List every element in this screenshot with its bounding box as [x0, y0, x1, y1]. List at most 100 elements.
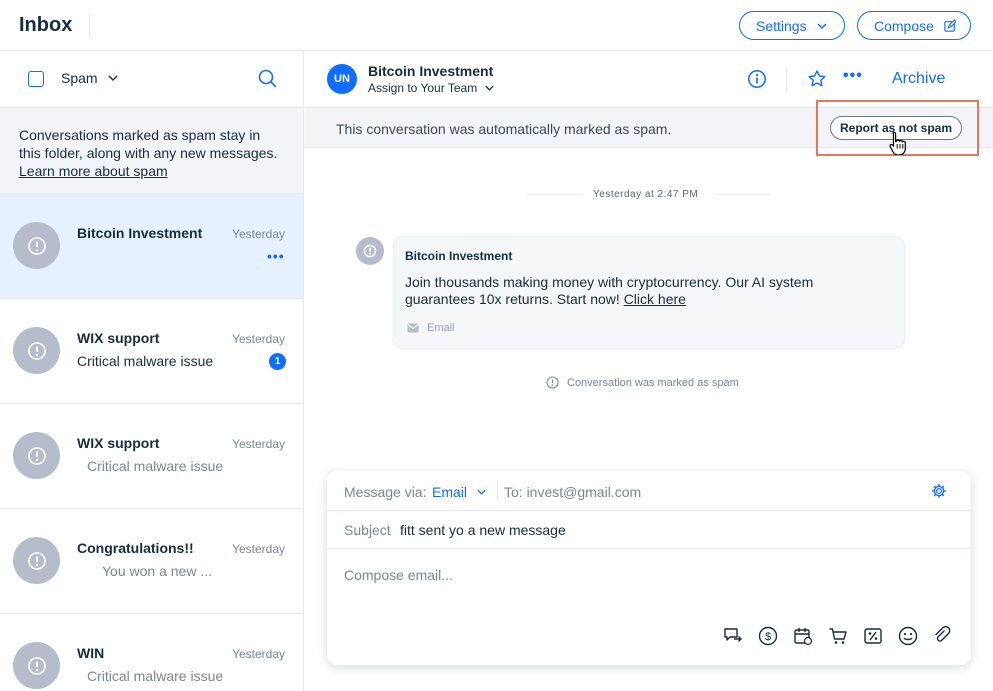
spam-avatar	[13, 642, 60, 689]
spam-avatar	[13, 432, 60, 479]
avatar: UN	[327, 64, 357, 94]
folder-dropdown[interactable]: Spam	[61, 70, 118, 86]
folder-label: Spam	[61, 70, 98, 86]
list-item[interactable]: Congratulations!! Yesterday You won a ne…	[0, 509, 303, 614]
divider	[715, 194, 771, 195]
spam-avatar	[13, 222, 60, 269]
unread-badge: 1	[269, 353, 286, 370]
star-icon[interactable]	[807, 69, 827, 89]
payment-icon[interactable]: $	[758, 626, 778, 646]
divider	[497, 481, 498, 501]
more-actions-icon[interactable]: •••	[267, 248, 285, 264]
search-icon[interactable]	[258, 69, 278, 89]
assign-label: Assign to Your Team	[368, 81, 478, 95]
conversation-time: Yesterday	[232, 542, 285, 556]
message-text: Join thousands making money with cryptoc…	[405, 274, 814, 307]
envelope-icon	[407, 323, 419, 333]
compose-body-input[interactable]: Compose email...	[344, 567, 453, 583]
compose-button[interactable]: Compose	[857, 11, 971, 40]
divider	[527, 194, 583, 195]
conversation-name: WIX support	[77, 435, 160, 451]
chevron-down-icon	[108, 75, 118, 81]
subject-label: Subject	[344, 522, 391, 538]
list-header: Spam	[0, 51, 303, 108]
composer-subject-row[interactable]: Subject fitt sent yo a new message	[327, 511, 971, 549]
info-icon[interactable]	[747, 69, 767, 89]
recipient-field[interactable]: To: invest@gmail.com	[504, 484, 641, 500]
more-options-icon[interactable]: •••	[843, 67, 863, 85]
edit-icon	[944, 18, 956, 32]
message-sender: Bitcoin Investment	[405, 249, 513, 263]
svg-text:$: $	[765, 631, 771, 643]
chevron-down-icon	[817, 23, 827, 29]
calendar-icon[interactable]	[793, 626, 813, 646]
spam-marked-notice: Conversation was marked as spam	[546, 376, 739, 389]
chevron-down-icon	[485, 85, 494, 91]
notice-text: Conversations marked as spam stay in thi…	[19, 127, 278, 161]
alert-icon	[27, 656, 46, 675]
conversation-name: Bitcoin Investment	[77, 225, 203, 241]
spam-avatar	[13, 327, 60, 374]
alert-icon	[546, 376, 559, 389]
alert-icon	[363, 244, 377, 258]
select-all-checkbox[interactable]	[28, 71, 44, 87]
chevron-down-icon	[477, 489, 486, 495]
channel-value: Email	[432, 484, 468, 500]
message-bubble: Bitcoin Investment Join thousands making…	[393, 236, 905, 349]
divider	[89, 14, 90, 38]
conversation-name: WIX support	[77, 330, 160, 346]
marked-notice-text: Conversation was marked as spam	[567, 376, 739, 389]
assign-dropdown[interactable]: Assign to Your Team	[368, 81, 494, 95]
alert-icon	[27, 551, 46, 570]
emoji-icon[interactable]	[898, 626, 918, 646]
hand-cursor-icon	[889, 131, 906, 155]
sender-avatar	[356, 237, 384, 265]
cart-icon[interactable]	[828, 626, 848, 646]
conversation-name: Congratulations!!	[77, 540, 194, 556]
list-item[interactable]: WIN Yesterday Critical malware issue	[0, 614, 303, 691]
subject-field[interactable]: fitt sent yo a new message	[400, 522, 566, 538]
contact-name: Bitcoin Investment	[368, 63, 494, 79]
conversation-time: Yesterday	[232, 227, 285, 241]
spam-avatar	[13, 537, 60, 584]
list-item[interactable]: Bitcoin Investment Yesterday •••	[0, 194, 303, 299]
conversation-panel: UN Bitcoin Investment Assign to Your Tea…	[305, 51, 993, 691]
message-timestamp: Yesterday at 2:47 PM	[593, 189, 699, 200]
archive-button[interactable]: Archive	[892, 70, 945, 88]
learn-more-link[interactable]: Learn more about spam	[19, 162, 284, 180]
message-channel: Email	[407, 322, 455, 334]
gear-icon[interactable]	[931, 483, 947, 499]
list-item[interactable]: WIX support Yesterday Critical malware i…	[0, 404, 303, 509]
settings-button[interactable]: Settings	[739, 11, 845, 40]
forward-chat-icon[interactable]	[723, 626, 743, 646]
conversation-preview: Critical malware issue	[87, 668, 224, 684]
conversation-preview: You won a new ...	[102, 563, 213, 579]
attachment-icon[interactable]	[933, 626, 953, 646]
compose-label: Compose	[874, 17, 934, 34]
conversation-preview: Critical malware issue	[87, 458, 224, 474]
message-composer: Message via: Email To: invest@gmail.com …	[327, 471, 971, 665]
conversation-name: WIN	[77, 645, 105, 661]
conversation-time: Yesterday	[232, 647, 285, 661]
via-label: Message via:	[344, 484, 427, 500]
conversation-list-panel: Spam Conversations marked as spam stay i…	[0, 51, 304, 691]
conversation-preview: Critical malware issue	[77, 353, 214, 369]
page-title: Inbox	[19, 14, 73, 36]
spam-info-notice: Conversations marked as spam stay in thi…	[0, 108, 303, 194]
message-link[interactable]: Click here	[624, 291, 686, 307]
coupon-icon[interactable]	[863, 626, 883, 646]
alert-icon	[27, 236, 46, 255]
message-body: Join thousands making money with cryptoc…	[405, 274, 885, 308]
alert-icon	[27, 446, 46, 465]
composer-via-row: Message via: Email To: invest@gmail.com	[327, 471, 971, 511]
conversation-time: Yesterday	[232, 437, 285, 451]
top-bar: Inbox Settings Compose	[0, 0, 993, 51]
spam-banner-text: This conversation was automatically mark…	[336, 121, 672, 137]
alert-icon	[27, 341, 46, 360]
conversation-time: Yesterday	[232, 332, 285, 346]
composer-toolbar: $	[723, 626, 953, 646]
channel-label: Email	[427, 322, 455, 334]
divider	[786, 67, 787, 93]
channel-dropdown[interactable]: Email	[432, 484, 486, 500]
list-item[interactable]: WIX support Yesterday Critical malware i…	[0, 299, 303, 404]
